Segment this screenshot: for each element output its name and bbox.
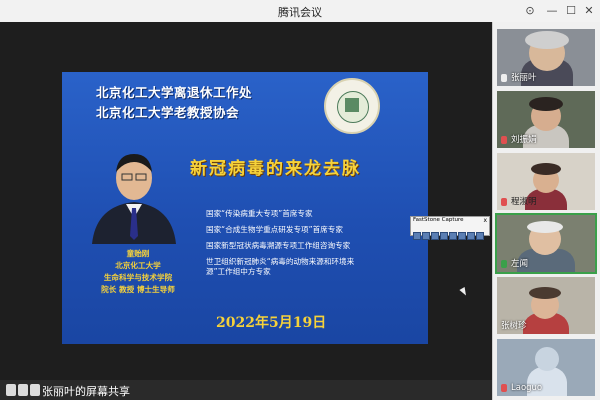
slide-header-line2: 北京化工大学老教授协会 — [96, 105, 240, 120]
participant-tile[interactable]: 张树珍 — [497, 277, 595, 334]
mic-muted-icon — [501, 384, 507, 392]
capture-tool-buttons[interactable] — [413, 225, 487, 240]
participant-name: 张树珍 — [501, 321, 527, 331]
user-icon — [6, 384, 16, 396]
participant-tile-active[interactable]: 左闻 — [495, 213, 597, 274]
credential-5: 源”工作组中方专家 — [206, 267, 271, 276]
capture-close-icon[interactable]: x — [483, 217, 487, 224]
mic-muted-icon — [501, 198, 507, 206]
speaker-title: 院长 教授 博士生导师 — [101, 285, 175, 294]
minimize-icon[interactable]: — — [544, 3, 560, 19]
pin-icon[interactable]: ⊙ — [522, 3, 538, 19]
university-seal — [324, 78, 380, 134]
close-icon[interactable]: ✕ — [581, 3, 597, 19]
slide-topic: 新冠病毒的来龙去脉 — [190, 159, 361, 179]
participant-name: 程淑明 — [511, 197, 537, 207]
slide-header-line1: 北京化工大学离退休工作处 — [96, 85, 253, 100]
capture-toolbar[interactable]: FastStone Capture x — [410, 216, 490, 240]
participant-name: 刘振娟 — [511, 135, 537, 145]
window-title: 腾讯会议 — [278, 6, 322, 19]
speaker-photo — [92, 154, 176, 244]
title-bar: 腾讯会议 ⊙ — ☐ ✕ — [0, 0, 600, 23]
participant-panel: 张丽叶 刘振娟 程淑明 左闻 张树珍 Laoguo — [492, 22, 600, 400]
presentation-slide: 北京化工大学离退休工作处 北京化工大学老教授协会 新冠病毒的来龙去脉 国家“传染… — [62, 72, 428, 344]
participant-name: 张丽叶 — [511, 73, 537, 83]
screen-share-label: 张丽叶的屏幕共享 — [42, 385, 130, 398]
mic-muted-icon — [501, 136, 507, 144]
screen-share-icon — [18, 384, 28, 396]
mic-icon[interactable] — [30, 384, 40, 396]
mic-active-icon — [501, 260, 507, 268]
credential-1: 国家“传染病重大专项”首席专家 — [206, 209, 313, 218]
credential-3: 国家新型冠状病毒溯源专项工作组咨询专家 — [206, 241, 351, 250]
credential-2: 国家“合成生物学重点研发专项”首席专家 — [206, 225, 343, 234]
participant-name: 左闻 — [511, 259, 529, 269]
participant-tile[interactable]: 刘振娟 — [497, 91, 595, 148]
maximize-icon[interactable]: ☐ — [563, 3, 579, 19]
speaker-school: 生命科学与技术学院 — [103, 273, 173, 282]
participant-tile[interactable]: 程淑明 — [497, 153, 595, 210]
shared-screen-area: 北京化工大学离退休工作处 北京化工大学老教授协会 新冠病毒的来龙去脉 国家“传染… — [0, 22, 492, 400]
capture-toolbar-title: FastStone Capture — [413, 217, 464, 223]
mic-icon — [501, 74, 507, 82]
speaker-name: 童贻刚 — [126, 249, 150, 258]
participant-name: Laoguo — [511, 383, 543, 393]
participant-tile[interactable]: Laoguo — [497, 339, 595, 396]
mouse-cursor-icon — [459, 287, 469, 297]
screen-share-bar: 张丽叶的屏幕共享 — [0, 380, 492, 400]
slide-date: 2022年5月19日 — [216, 315, 327, 331]
speaker-university: 北京化工大学 — [115, 261, 161, 270]
participant-tile[interactable]: 张丽叶 — [497, 29, 595, 86]
